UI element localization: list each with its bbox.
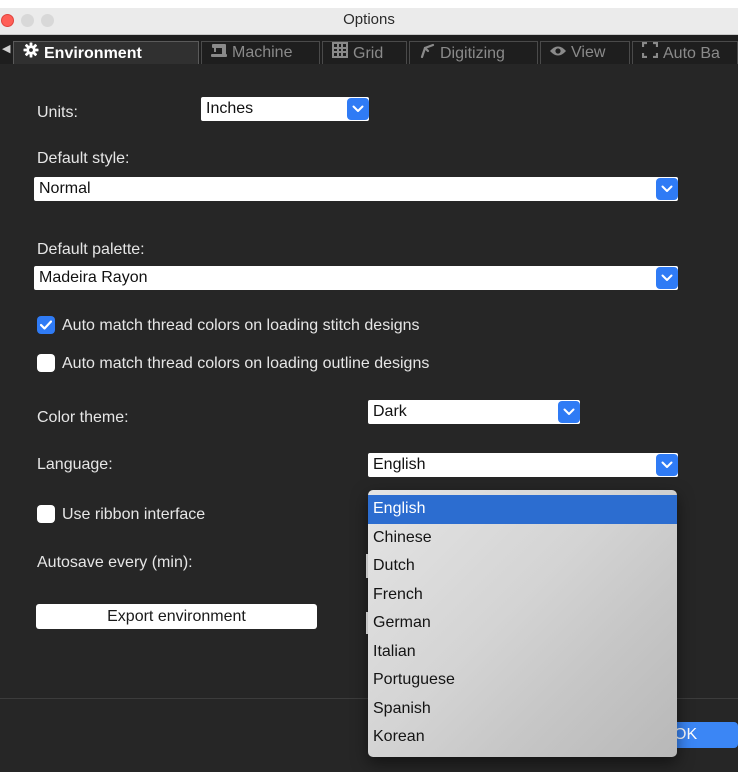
language-option-german[interactable]: German (368, 609, 677, 638)
chevron-down-icon (656, 267, 678, 289)
language-option-dutch[interactable]: Dutch (368, 552, 677, 581)
units-label: Units: (37, 104, 78, 121)
language-option-chinese[interactable]: Chinese (368, 524, 677, 553)
ribbon-interface-label: Use ribbon interface (62, 506, 206, 523)
tab-label: Digitizing (440, 45, 505, 62)
color-theme-value: Dark (373, 403, 407, 420)
tab-digitizing[interactable]: Digitizing (409, 41, 538, 64)
language-option-korean[interactable]: Korean (368, 723, 677, 752)
chevron-down-icon (347, 98, 369, 120)
auto-match-stitch-checkbox[interactable] (37, 316, 55, 334)
auto-match-outline-label: Auto match thread colors on loading outl… (62, 355, 430, 372)
default-style-select[interactable]: Normal (34, 177, 678, 201)
tab-grid[interactable]: Grid (322, 41, 407, 64)
tab-machine[interactable]: Machine (201, 41, 320, 64)
tab-environment[interactable]: Environment (13, 41, 199, 64)
language-option-portuguese[interactable]: Portuguese (368, 666, 677, 695)
tab-view[interactable]: View (540, 41, 630, 64)
ribbon-interface-checkbox[interactable] (37, 505, 55, 523)
units-value: Inches (206, 100, 254, 117)
grid-icon (331, 42, 349, 64)
tab-auto-backup[interactable]: Auto Ba (632, 41, 738, 64)
auto-bracket-icon (641, 42, 659, 64)
chevron-down-icon (558, 401, 580, 423)
sewing-machine-icon (210, 42, 228, 64)
language-dropdown-menu: English Chinese Dutch French German Ital… (368, 490, 677, 757)
color-theme-label: Color theme: (37, 409, 129, 426)
window-title: Options (343, 11, 395, 28)
tab-label: Machine (232, 44, 293, 61)
language-option-italian[interactable]: Italian (368, 638, 677, 667)
language-option-french[interactable]: French (368, 581, 677, 610)
options-window: Options ◀ Environment Machine Grid Digit… (0, 8, 738, 772)
auto-match-stitch-label: Auto match thread colors on loading stit… (62, 317, 420, 334)
chevron-down-icon (656, 454, 678, 476)
chevron-down-icon (656, 178, 678, 200)
tab-label: Environment (44, 45, 142, 62)
language-value: English (373, 456, 426, 473)
language-option-spanish[interactable]: Spanish (368, 695, 677, 724)
default-style-value: Normal (39, 180, 91, 197)
checkmark-icon (40, 320, 52, 330)
environment-panel: Units: Inches Default style: Normal Defa… (0, 64, 738, 772)
language-select[interactable]: English (368, 453, 678, 477)
tab-bar: ◀ Environment Machine Grid Digitizing Vi (0, 35, 738, 64)
units-select[interactable]: Inches (201, 97, 369, 121)
title-bar: Options (0, 8, 738, 35)
digitizing-icon (418, 42, 436, 64)
language-option-english[interactable]: English (368, 495, 677, 524)
default-palette-label: Default palette: (37, 241, 145, 258)
gear-icon (22, 42, 40, 64)
tab-label: View (571, 44, 606, 61)
eye-icon (549, 42, 567, 64)
language-label: Language: (37, 456, 113, 473)
auto-match-outline-checkbox[interactable] (37, 354, 55, 372)
color-theme-select[interactable]: Dark (368, 400, 580, 424)
tab-label: Grid (353, 45, 384, 62)
autosave-label: Autosave every (min): (37, 554, 193, 571)
default-style-label: Default style: (37, 150, 130, 167)
tab-label: Auto Ba (663, 45, 720, 62)
default-palette-select[interactable]: Madeira Rayon (34, 266, 678, 290)
export-environment-button[interactable]: Export environment (36, 604, 317, 629)
default-palette-value: Madeira Rayon (39, 269, 148, 286)
tab-scroll-left-icon[interactable]: ◀ (2, 42, 10, 55)
